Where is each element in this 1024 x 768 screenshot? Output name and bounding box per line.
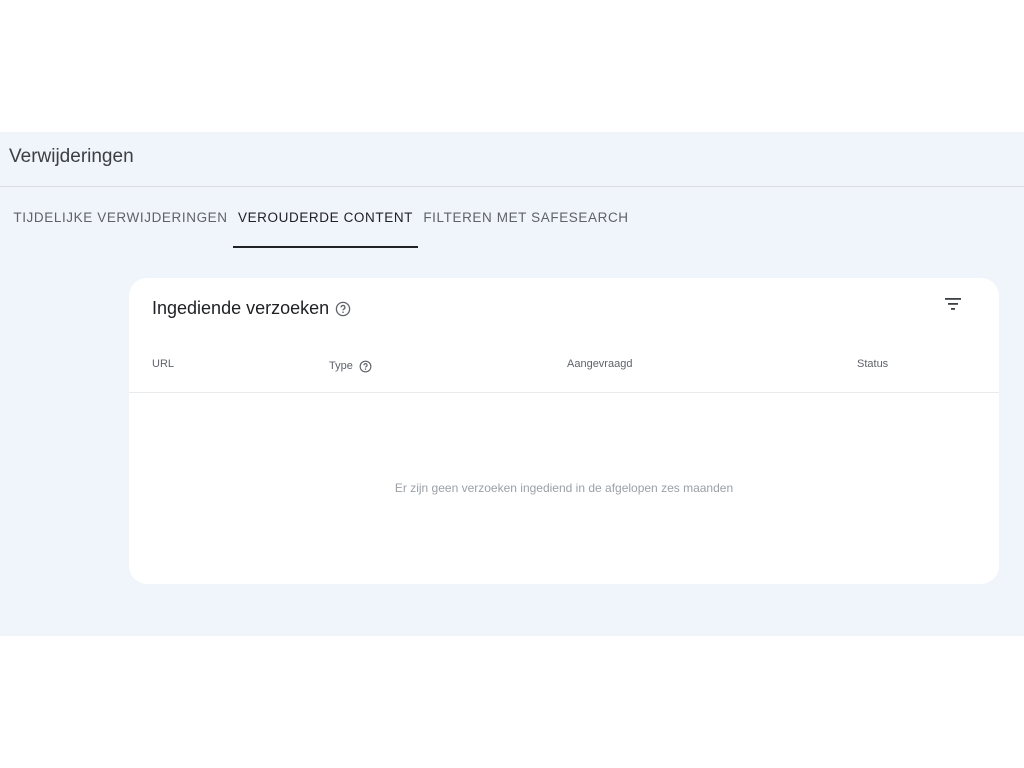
column-header-requested[interactable]: Aangevraagd [567,358,632,370]
help-circle-icon[interactable] [335,301,351,317]
column-header-type[interactable]: Type [329,358,374,374]
submitted-requests-card: Ingediende verzoeken URL Type Aangevraag… [129,278,999,584]
card-title-text: Ingediende verzoeken [152,298,330,318]
tab-temporary-removals[interactable]: TIJDELIJKE VERWIJDERINGEN [8,187,233,248]
tab-bar: TIJDELIJKE VERWIJDERINGEN VEROUDERDE CON… [0,187,1024,249]
tab-outdated-content[interactable]: VEROUDERDE CONTENT [233,187,418,248]
column-header-label: Type [329,360,353,372]
card-title: Ingediende verzoeken [152,298,351,319]
removals-panel: Verwijderingen TIJDELIJKE VERWIJDERINGEN… [0,132,1024,636]
page-title: Verwijderingen [9,146,134,167]
tab-safesearch-filtering[interactable]: FILTEREN MET SAFESEARCH [420,187,632,248]
column-header-status[interactable]: Status [857,358,888,370]
column-header-label: URL [152,358,175,370]
filter-button[interactable] [941,294,965,318]
filter-list-icon [943,294,963,319]
help-circle-icon[interactable] [358,358,374,374]
empty-state-message: Er zijn geen verzoeken ingediend in de a… [394,481,734,495]
active-tab-indicator [233,246,418,248]
column-header-label: Aangevraagd [567,358,633,370]
column-header-label: Status [857,358,889,370]
column-header-url[interactable]: URL [152,358,174,370]
table-header-divider [129,392,999,393]
